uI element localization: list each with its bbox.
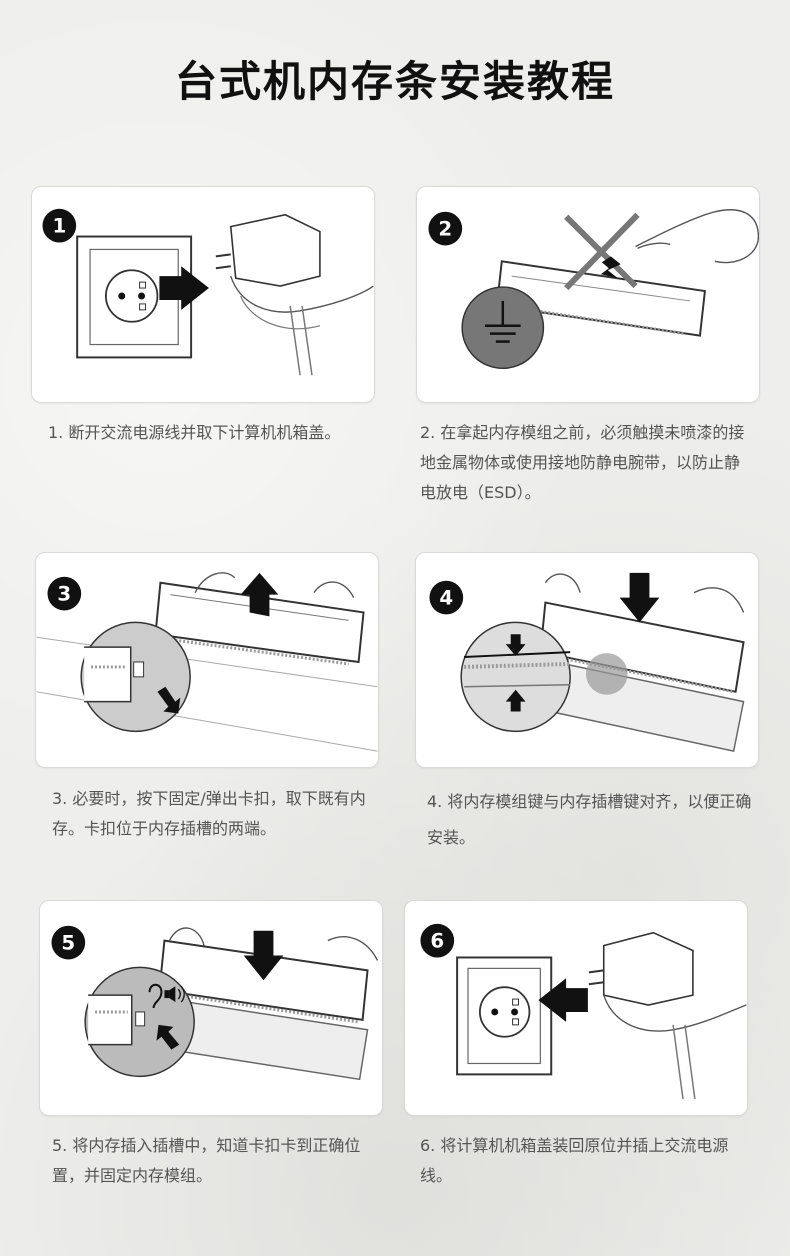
step-number: 1 <box>52 215 66 238</box>
step-6-illustration: 6 <box>404 900 748 1116</box>
step-2-description: 2. 在拿起内存模组之前，必须触摸未喷漆的接地金属物体或使用接地防静电腕带，以防… <box>420 423 745 502</box>
arrow-right-icon <box>159 266 209 310</box>
power-plug-icon <box>602 931 694 1006</box>
step-number: 3 <box>57 583 71 606</box>
page-title: 台式机内存条安装教程 <box>174 57 615 106</box>
step-number-badge: 1 <box>42 208 77 243</box>
step-5-illustration: 5 <box>39 900 383 1116</box>
power-plug-icon <box>229 213 321 287</box>
step-number: 5 <box>61 932 75 955</box>
step-3-illustration: 3 <box>35 552 379 768</box>
step-number-badge: 3 <box>47 576 82 611</box>
step-6-description: 6. 将计算机机箱盖装回原位并插上交流电源线。 <box>420 1136 729 1185</box>
speaker-icon <box>164 990 170 999</box>
step-4-illustration: 4 <box>415 552 759 768</box>
step-4-description: 4. 将内存模组键与内存插槽键对齐，以便正确安装。 <box>427 792 752 847</box>
step-1-description: 1. 断开交流电源线并取下计算机机箱盖。 <box>48 423 341 442</box>
step-number-badge: 6 <box>420 923 455 958</box>
step-number: 6 <box>430 930 444 953</box>
arrow-left-icon <box>538 978 588 1022</box>
step-2-illustration: 2 <box>416 186 760 403</box>
step-number-badge: 4 <box>429 580 464 615</box>
finger-icon <box>635 209 759 264</box>
step-number-badge: 5 <box>51 925 86 960</box>
step-number: 4 <box>439 587 453 610</box>
step-3-description: 3. 必要时，按下固定/弹出卡扣，取下既有内存。卡扣位于内存插槽的两端。 <box>52 789 366 838</box>
arrow-down-icon <box>619 572 660 623</box>
wall-socket-icon <box>456 956 553 1076</box>
key-notch-highlight <box>586 653 628 695</box>
step-5-description: 5. 将内存插入插槽中，知道卡扣卡到正确位置，并固定内存模组。 <box>52 1136 361 1185</box>
step-number-badge: 2 <box>428 211 463 246</box>
ground-symbol-icon <box>461 286 545 370</box>
step-1-illustration: 1 <box>31 186 375 403</box>
step-number: 2 <box>438 218 452 241</box>
